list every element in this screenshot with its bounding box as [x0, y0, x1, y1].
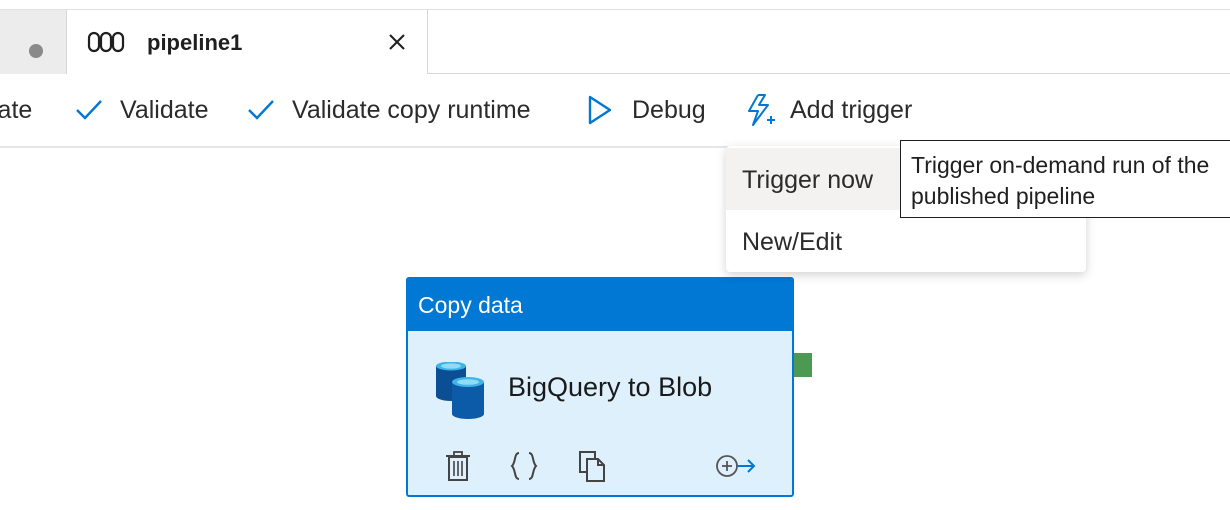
activity-type-label: Copy data: [418, 292, 523, 318]
validate-button[interactable]: Validate: [74, 74, 209, 146]
add-trigger-button[interactable]: Add trigger: [744, 74, 912, 146]
add-trigger-button-label: Add trigger: [790, 95, 913, 124]
tooltip: Trigger on-demand run of the published p…: [900, 140, 1230, 218]
clone-icon[interactable]: [576, 449, 608, 483]
tooltip-line-2: published pipeline: [911, 183, 1096, 209]
debug-button-label: Debug: [632, 95, 706, 124]
delete-icon[interactable]: [442, 449, 474, 483]
debug-button[interactable]: Debug: [586, 74, 706, 146]
database-icon: [436, 362, 484, 419]
add-output-icon[interactable]: [714, 449, 758, 483]
success-output-port[interactable]: [794, 353, 812, 377]
trigger-icon: [748, 94, 775, 126]
menu-item-label: New/Edit: [742, 228, 843, 256]
copy-data-activity[interactable]: Copy data BigQuery to Blob: [406, 277, 794, 497]
play-icon: [588, 95, 612, 125]
publish-button-label: late: [0, 95, 33, 124]
pipeline-toolbar: late Validate Validate copy runtime Debu…: [0, 74, 1230, 146]
validate-button-label: Validate: [120, 95, 209, 124]
validate-copy-runtime-button[interactable]: Validate copy runtime: [246, 74, 531, 146]
pipeline-icon: [87, 31, 125, 53]
activity-name: BigQuery to Blob: [508, 372, 713, 402]
menu-item-label: Trigger now: [742, 166, 874, 194]
tab-pipeline1[interactable]: pipeline1: [67, 10, 428, 74]
code-icon[interactable]: [508, 449, 540, 483]
tooltip-line-1: Trigger on-demand run of the: [911, 152, 1210, 178]
tab-bar: pipeline1: [0, 0, 1230, 74]
tab-title: pipeline1: [147, 30, 243, 55]
menu-item-new-edit[interactable]: New/Edit: [726, 210, 1086, 272]
activity-header: Copy data: [408, 279, 792, 331]
unsaved-dot-icon: [29, 44, 43, 58]
publish-button[interactable]: late: [0, 74, 32, 146]
checkmark-icon: [248, 100, 274, 120]
checkmark-icon: [76, 100, 102, 120]
tab-previous[interactable]: [0, 10, 67, 74]
close-icon[interactable]: [385, 30, 409, 54]
validate-copy-runtime-button-label: Validate copy runtime: [292, 95, 531, 124]
